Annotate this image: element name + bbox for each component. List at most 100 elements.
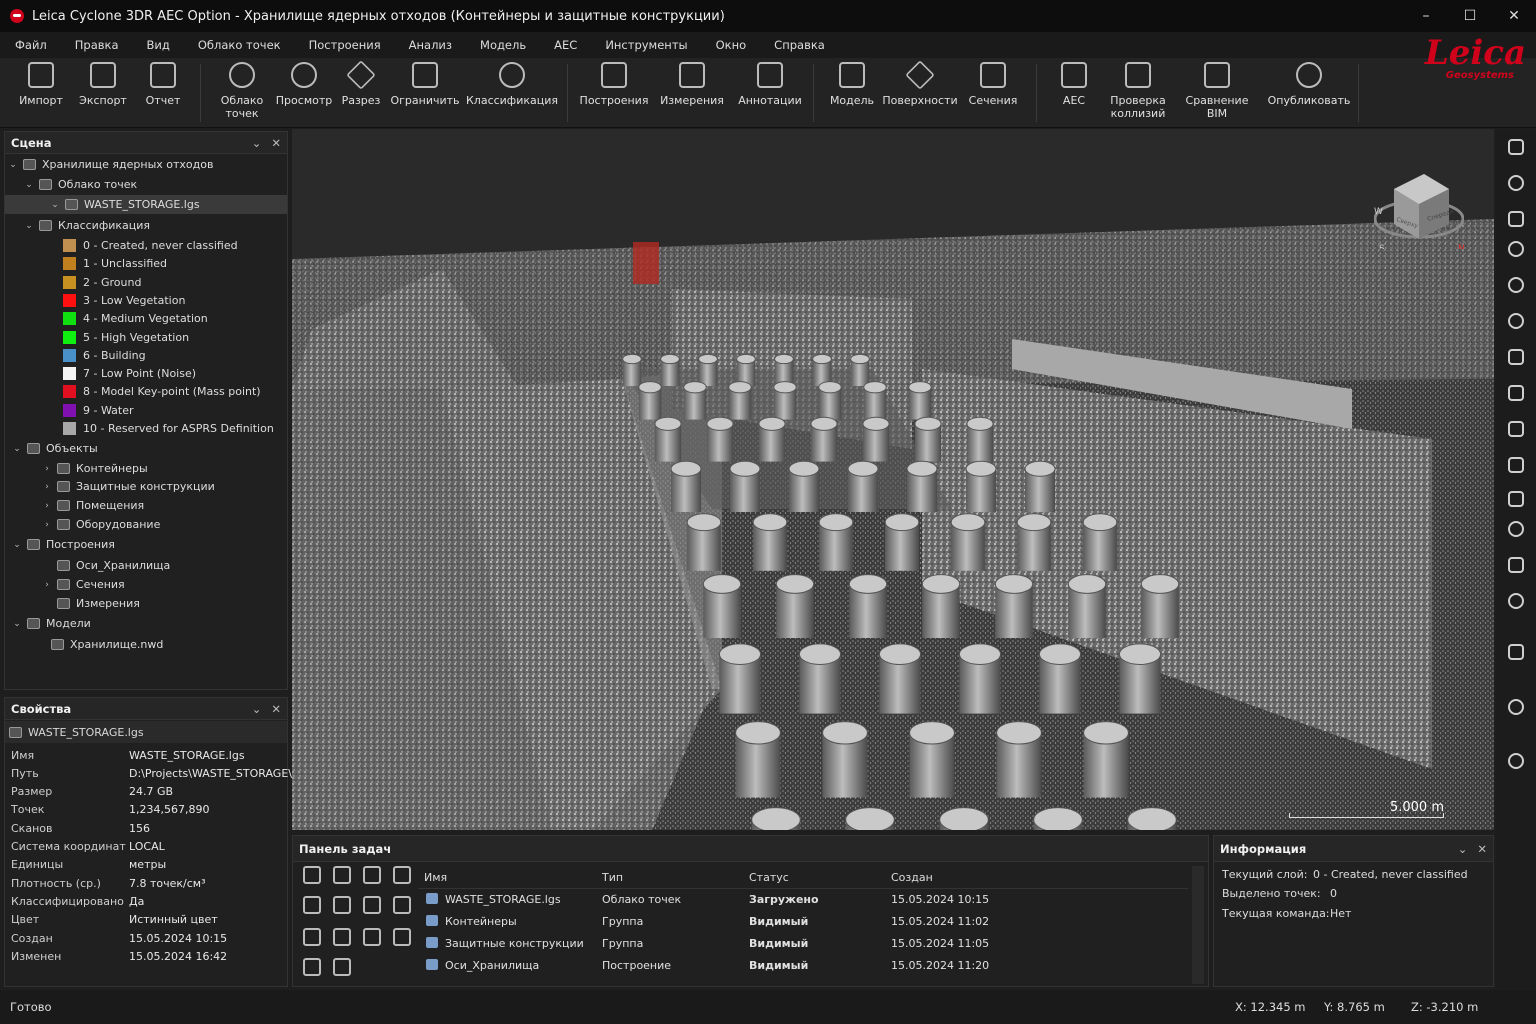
view-side-icon[interactable] [1508,421,1524,437]
menu-tools[interactable]: Инструменты [596,38,696,52]
zoom-window-icon[interactable] [1508,211,1524,227]
task-tool-icon[interactable] [303,896,321,914]
task-tool-icon[interactable] [393,928,411,946]
tree-item-classification[interactable]: ⌄ Классификация [5,216,287,235]
menu-edit[interactable]: Правка [66,38,128,52]
classification-item[interactable]: 6 - Building [5,346,287,365]
view-iso-icon[interactable] [1508,457,1524,473]
task-tool-icon[interactable] [303,928,321,946]
task-tool-icon[interactable] [303,866,321,884]
classification-item[interactable]: 2 - Ground [5,273,287,292]
classification-item[interactable]: 5 - High Vegetation [5,328,287,347]
view-button[interactable]: Просмотр [276,62,332,107]
pointcloud-button[interactable]: Облако точек [220,62,264,120]
view-top-icon[interactable] [1508,349,1524,365]
menu-window[interactable]: Окно [707,38,756,52]
tree-item-sections[interactable]: › Сечения [5,575,287,594]
classification-item[interactable]: 7 - Low Point (Noise) [5,364,287,383]
menu-file[interactable]: Файл [6,38,56,52]
task-tool-icon[interactable] [303,958,321,976]
task-tool-icon[interactable] [333,928,351,946]
classify-button[interactable]: Классификация [466,62,558,107]
class-color-swatch[interactable] [63,312,76,326]
render-mode-icon[interactable] [1508,557,1524,573]
tree-item-shielding[interactable]: › Защитные конструкции [5,477,287,496]
tree-item-pointcloud[interactable]: ⌄ Облако точек [5,175,287,194]
class-color-swatch[interactable] [63,422,76,435]
table-row[interactable]: Защитные конструкции Группа Видимый 15.05.2… [418,933,1188,955]
constructions-button[interactable]: Построения [580,62,648,107]
tree-item-axes[interactable]: Оси_Хранилища [5,556,287,575]
tree-item-nwd[interactable]: Хранилище.nwd [5,635,287,654]
class-color-swatch[interactable] [63,293,76,307]
col-type[interactable]: Тип [602,871,623,884]
close-icon[interactable]: ✕ [271,702,281,716]
task-tool-icon[interactable] [393,866,411,884]
menu-view[interactable]: Вид [138,38,179,52]
classification-item[interactable]: 1 - Unclassified [5,254,287,273]
class-color-swatch[interactable] [63,367,76,381]
maximize-button[interactable]: ☐ [1448,0,1492,32]
classification-item[interactable]: 8 - Model Key-point (Mass point) [5,382,287,401]
point-size-icon[interactable] [1508,593,1524,609]
bim-compare-button[interactable]: Сравнение BIM [1176,62,1258,120]
pan-icon[interactable] [1508,277,1524,293]
classification-item[interactable]: 10 - Reserved for ASPRS Definition [5,419,287,438]
task-tool-icon[interactable] [363,928,381,946]
limit-button[interactable]: Ограничить [390,62,460,107]
clash-check-button[interactable]: Проверка коллизий [1108,62,1168,120]
clip-box-icon[interactable] [1508,491,1524,507]
class-color-swatch[interactable] [63,385,76,399]
orbit-icon[interactable] [1508,241,1524,257]
task-scrollbar[interactable] [1192,866,1204,984]
table-row[interactable]: Оси_Хранилища Построение Видимый 15.05.2024… [418,955,1188,977]
measurements-button[interactable]: Измерения [660,62,724,107]
tree-item-models[interactable]: ⌄ Модели [5,614,287,633]
tree-item-equipment[interactable]: › Оборудование [5,515,287,534]
task-tool-icon[interactable] [333,896,351,914]
class-color-swatch[interactable] [63,257,76,271]
menu-aec[interactable]: AEC [545,38,586,52]
model-button[interactable]: Модель [828,62,876,107]
menu-help[interactable]: Справка [765,38,834,52]
report-button[interactable]: Отчет [144,62,182,107]
zoom-icon[interactable] [1508,313,1524,329]
settings-icon[interactable] [1508,753,1524,769]
tree-item-root[interactable]: ⌄ Хранилище ядерных отходов [5,155,287,174]
menu-constructions[interactable]: Построения [300,38,390,52]
classification-item[interactable]: 0 - Created, never classified [5,236,287,255]
classification-item[interactable]: 3 - Low Vegetation [5,291,287,310]
home-icon[interactable] [1508,139,1524,155]
publish-button[interactable]: Опубликовать [1268,62,1350,107]
tree-item-rooms[interactable]: › Помещения [5,496,287,515]
class-color-swatch[interactable] [63,275,76,289]
tree-item-objects[interactable]: ⌄ Объекты [5,439,287,458]
import-button[interactable]: Импорт [19,62,63,107]
menu-model[interactable]: Модель [471,38,535,52]
task-tool-icon[interactable] [393,896,411,914]
task-tool-icon[interactable] [333,958,351,976]
menu-analysis[interactable]: Анализ [400,38,461,52]
sections-button[interactable]: Сечения [966,62,1020,107]
task-tool-icon[interactable] [363,866,381,884]
tree-item-containers[interactable]: › Контейнеры [5,459,287,478]
task-tool-icon[interactable] [363,896,381,914]
annotations-button[interactable]: Аннотации [738,62,802,107]
chevron-down-icon[interactable]: ⌄ [252,136,262,150]
class-color-swatch[interactable] [63,239,76,252]
tree-item-measurements[interactable]: Измерения [5,594,287,613]
camera-icon[interactable] [1508,699,1524,715]
close-icon[interactable]: ✕ [271,136,281,150]
class-color-swatch[interactable] [63,348,76,362]
zoom-extent-icon[interactable] [1508,175,1524,191]
export-button[interactable]: Экспорт [79,62,127,107]
section-button[interactable]: Разрез [340,60,382,107]
class-color-swatch[interactable] [63,403,76,417]
col-created[interactable]: Создан [891,871,933,884]
table-row[interactable]: Контейнеры Группа Видимый 15.05.2024 11:02 [418,911,1188,933]
layers-icon[interactable] [1508,644,1524,660]
chevron-down-icon[interactable]: ⌄ [1458,842,1468,856]
navigation-cube[interactable]: W S N Сверху Спереди [1373,159,1465,254]
view-front-icon[interactable] [1508,385,1524,401]
lighting-icon[interactable] [1508,521,1524,537]
